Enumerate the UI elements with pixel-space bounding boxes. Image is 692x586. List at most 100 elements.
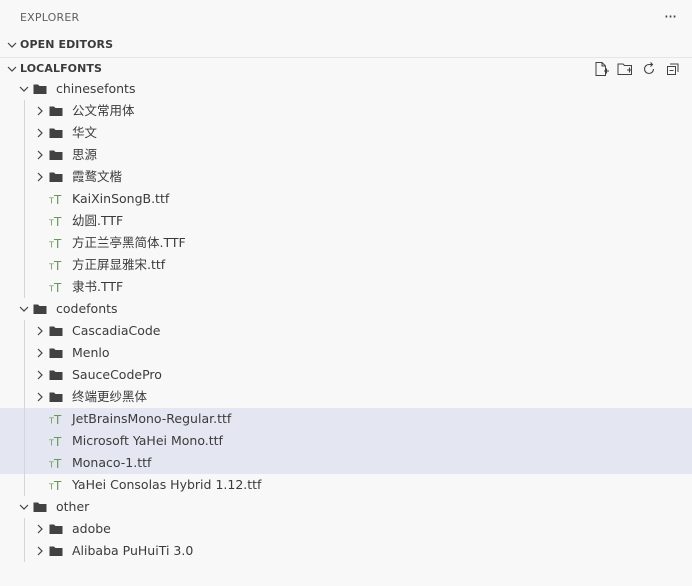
indent-guide xyxy=(24,386,25,408)
refresh-icon[interactable] xyxy=(640,60,658,78)
tree-item-label: 方正兰亭黑简体.TTF xyxy=(72,235,186,250)
tree-folder-row[interactable]: CascadiaCode xyxy=(0,320,692,342)
tree-item-label: chinesefonts xyxy=(56,81,136,96)
indent-guide xyxy=(24,474,25,496)
chevron-right-icon[interactable] xyxy=(32,367,48,383)
tree-folder-row[interactable]: Alibaba PuHuiTi 3.0 xyxy=(0,540,692,562)
font-file-icon: TT xyxy=(48,477,64,493)
svg-text:T: T xyxy=(53,193,62,207)
indent-guide xyxy=(24,276,25,298)
chevron-down-icon[interactable] xyxy=(16,499,32,515)
tree-file-row[interactable]: T T Monaco-1.ttf xyxy=(0,452,692,474)
tree-file-row[interactable]: T T 方正屏显雅宋.ttf xyxy=(0,254,692,276)
indent-guide xyxy=(24,210,25,232)
tree-item-label: 隶书.TTF xyxy=(72,279,124,294)
chevron-right-icon[interactable] xyxy=(32,103,48,119)
folder-icon xyxy=(48,345,64,361)
indent-guide xyxy=(24,408,25,430)
indent-guide xyxy=(24,364,25,386)
indent-guide xyxy=(24,166,25,188)
tree-item-label: SauceCodePro xyxy=(72,367,162,382)
tree-item-label: codefonts xyxy=(56,301,118,316)
tree-folder-row[interactable]: 思源 xyxy=(0,144,692,166)
tree-item-label: Menlo xyxy=(72,345,110,360)
chevron-right-icon[interactable] xyxy=(32,147,48,163)
tree-item-label: adobe xyxy=(72,521,111,536)
tree-file-row[interactable]: T T KaiXinSongB.ttf xyxy=(0,188,692,210)
tree-folder-row[interactable]: 华文 xyxy=(0,122,692,144)
new-folder-icon[interactable] xyxy=(616,60,634,78)
tree-folder-row[interactable]: adobe xyxy=(0,518,692,540)
tree-item-label: JetBrainsMono-Regular.ttf xyxy=(72,411,232,426)
indent-guide xyxy=(24,342,25,364)
tree-folder-row[interactable]: 终端更纱黑体 xyxy=(0,386,692,408)
tree-folder-row[interactable]: codefonts xyxy=(0,298,692,320)
tree-item-label: Monaco-1.ttf xyxy=(72,455,152,470)
chevron-right-icon[interactable] xyxy=(32,169,48,185)
folder-icon xyxy=(32,301,48,317)
font-file-icon: TT xyxy=(48,191,64,207)
tree-item-label: 幼圆.TTF xyxy=(72,213,124,228)
svg-text:T: T xyxy=(53,215,62,229)
folder-icon xyxy=(48,323,64,339)
tree-item-label: 公文常用体 xyxy=(72,103,135,118)
tree-item-label: YaHei Consolas Hybrid 1.12.ttf xyxy=(72,477,262,492)
tree-folder-row[interactable]: SauceCodePro xyxy=(0,364,692,386)
folder-icon xyxy=(48,367,64,383)
chevron-right-icon[interactable] xyxy=(32,389,48,405)
tree-folder-row[interactable]: 霞鹜文楷 xyxy=(0,166,692,188)
tree-folder-row[interactable]: Menlo xyxy=(0,342,692,364)
font-file-icon: TT xyxy=(48,257,64,273)
chevron-right-icon[interactable] xyxy=(32,323,48,339)
tree-item-label: 方正屏显雅宋.ttf xyxy=(72,257,166,272)
svg-text:T: T xyxy=(53,413,62,427)
tree-file-row[interactable]: T T 方正兰亭黑简体.TTF xyxy=(0,232,692,254)
tree-item-label: 霞鹜文楷 xyxy=(72,169,123,184)
chevron-right-icon[interactable] xyxy=(32,125,48,141)
new-file-icon[interactable] xyxy=(592,60,610,78)
explorer-title: EXPLORER xyxy=(20,11,80,24)
collapse-all-icon[interactable] xyxy=(664,60,682,78)
folder-icon xyxy=(48,147,64,163)
indent-guide xyxy=(24,188,25,210)
svg-text:T: T xyxy=(53,435,62,449)
tree-folder-row[interactable]: chinesefonts xyxy=(0,78,692,100)
chevron-down-icon[interactable] xyxy=(16,301,32,317)
explorer-panel: EXPLORER ··· OPEN EDITORS LOCALFONTS chi… xyxy=(0,0,692,586)
indent-guide xyxy=(24,122,25,144)
font-file-icon: TT xyxy=(48,433,64,449)
chevron-right-icon[interactable] xyxy=(32,521,48,537)
tree-item-label: other xyxy=(56,499,90,514)
chevron-right-icon[interactable] xyxy=(32,543,48,559)
tree-item-label: 华文 xyxy=(72,125,98,140)
tree-folder-row[interactable]: 公文常用体 xyxy=(0,100,692,122)
open-editors-title: OPEN EDITORS xyxy=(20,38,114,51)
tree-item-label: Alibaba PuHuiTi 3.0 xyxy=(72,543,194,558)
tree-file-row[interactable]: T T Microsoft YaHei Mono.ttf xyxy=(0,430,692,452)
folder-icon xyxy=(48,125,64,141)
tree-folder-row[interactable]: other xyxy=(0,496,692,518)
tree-file-row[interactable]: T T YaHei Consolas Hybrid 1.12.ttf xyxy=(0,474,692,496)
svg-text:T: T xyxy=(53,457,62,471)
tree-file-row[interactable]: T T JetBrainsMono-Regular.ttf xyxy=(0,408,692,430)
tree-item-label: KaiXinSongB.ttf xyxy=(72,191,170,206)
chevron-down-icon[interactable] xyxy=(16,81,32,97)
tree-file-row[interactable]: T T 隶书.TTF xyxy=(0,276,692,298)
folder-icon xyxy=(48,543,64,559)
tree-file-row[interactable]: T T 幼圆.TTF xyxy=(0,210,692,232)
chevron-right-icon[interactable] xyxy=(32,345,48,361)
indent-guide xyxy=(24,320,25,342)
tree-item-label: Microsoft YaHei Mono.ttf xyxy=(72,433,223,448)
font-file-icon: TT xyxy=(48,235,64,251)
folder-icon xyxy=(32,81,48,97)
chevron-down-icon xyxy=(4,61,20,77)
open-editors-section[interactable]: OPEN EDITORS xyxy=(0,34,692,56)
font-file-icon: TT xyxy=(48,279,64,295)
indent-guide xyxy=(24,144,25,166)
folder-icon xyxy=(32,499,48,515)
font-file-icon: TT xyxy=(48,455,64,471)
workspace-section[interactable]: LOCALFONTS xyxy=(0,57,692,80)
workspace-title: LOCALFONTS xyxy=(20,62,103,75)
indent-guide xyxy=(24,254,25,276)
ellipsis-icon[interactable]: ··· xyxy=(662,8,678,26)
